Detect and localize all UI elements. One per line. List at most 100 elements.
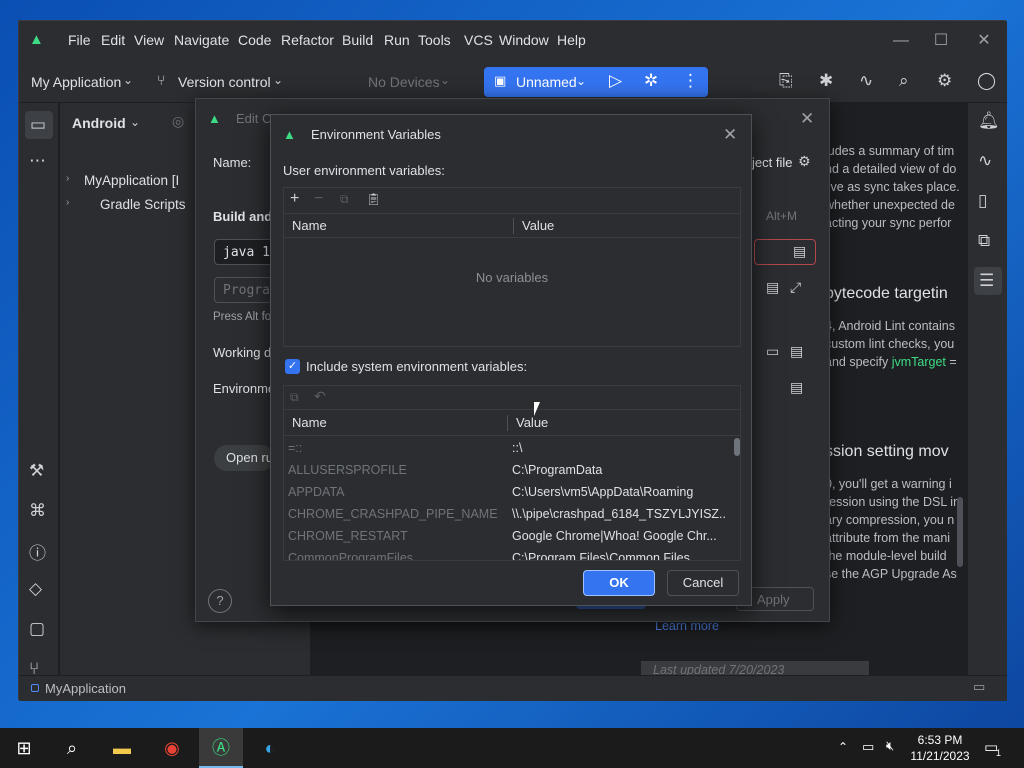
undo-icon[interactable]: ↶ [314,388,326,405]
target-icon[interactable]: ◎ [172,113,184,130]
layout-icon[interactable]: ▭ [973,679,985,695]
gear-icon[interactable]: ⚙ [798,153,811,170]
column-header-value[interactable]: Value [514,214,554,238]
column-header-value[interactable]: Value [508,411,548,435]
volume-muted-icon[interactable]: 🔇︎ [886,738,894,754]
menu-edit[interactable]: Edit [101,32,125,48]
copy-icon[interactable]: ⧉ [290,390,299,405]
gem-icon[interactable]: ◇ [29,579,42,599]
expand-icon[interactable]: ⤢ [790,279,801,296]
terminal-icon[interactable]: ▢ [29,619,45,639]
more-tools-icon[interactable]: ⋯ [29,151,46,171]
menu-navigate[interactable]: Navigate [174,32,229,48]
logcat-icon[interactable]: ⌘ [29,501,46,521]
maximize-icon[interactable]: ☐ [931,31,951,51]
table-row[interactable]: =::::\ [284,437,724,459]
device-mirror-icon[interactable]: ⧉ [978,231,990,251]
doc-scrollbar[interactable] [957,497,963,567]
help-icon[interactable]: ? [208,589,232,613]
gradle-icon[interactable]: ∿ [978,151,992,171]
paste-icon[interactable]: 📋︎ [366,192,381,206]
network-icon[interactable]: ▭ [862,739,874,755]
problems-icon[interactable]: ⓘ [29,539,46,564]
status-project-name[interactable]: MyApplication [45,681,126,696]
device-selector[interactable]: No Devices [368,74,440,90]
doc-heading: bytecode targetin [825,285,948,302]
menu-build[interactable]: Build [342,32,373,48]
remove-icon[interactable]: − [314,190,323,208]
tree-item-gradle-scripts[interactable]: Gradle Scripts [100,197,186,212]
program-args-field[interactable]: Progra [214,277,274,303]
whats-new-tool-button[interactable]: ☰ [974,267,1002,295]
project-view-selector[interactable]: Android [72,115,126,131]
clock-time[interactable]: 6:53 PM [910,733,970,747]
chevron-up-icon[interactable]: ⌃ [838,740,848,754]
copy-icon[interactable]: ⧉ [340,192,349,207]
build-hammer-icon[interactable]: ⚒ [29,461,44,481]
menu-vcs[interactable]: VCS [464,32,493,48]
include-system-checkbox[interactable]: ✓ [285,359,300,374]
version-control-selector[interactable]: Version control [178,74,271,90]
add-icon[interactable]: + [290,190,299,208]
chevron-down-icon: ⌄ [440,73,451,87]
close-window-icon[interactable]: ✕ [974,31,994,51]
list-icon[interactable]: ▤ [790,343,803,360]
close-icon[interactable]: ✕ [723,125,737,145]
more-icon[interactable]: ⋮ [682,71,699,91]
ok-button[interactable]: OK [583,570,655,596]
folder-icon: ▭ [30,115,47,134]
doc-line: ression using the DSL in [825,495,961,509]
project-selector[interactable]: My Application [31,74,121,90]
java-version-field[interactable]: java 1 [214,239,274,265]
file-explorer-icon[interactable]: ▬ [102,732,142,764]
chrome-icon[interactable]: ◉ [152,732,192,764]
column-header-name[interactable]: Name [284,411,327,435]
table-row[interactable]: ALLUSERSPROFILE C:\ProgramData [284,459,724,481]
device-explorer-icon[interactable]: ▯ [978,191,987,211]
search-icon[interactable]: ⌕ [899,71,909,91]
close-icon[interactable]: ✕ [800,109,814,129]
menu-code[interactable]: Code [238,32,271,48]
windows-start-icon[interactable]: ⊞ [4,732,44,764]
cancel-button[interactable]: Cancel [667,570,739,596]
folder-icon[interactable]: ▭ [766,343,779,360]
run-config-selector[interactable]: Unnamed [516,74,577,90]
chevron-right-icon[interactable]: › [66,197,69,208]
chevron-right-icon[interactable]: › [66,173,69,184]
project-tool-button[interactable]: ▭ [25,111,53,139]
name-error-field[interactable]: ▤ [754,239,816,265]
menu-help[interactable]: Help [557,32,586,48]
bug-icon[interactable]: ✱ [819,71,833,91]
table-row[interactable]: CHROME_RESTART Google Chrome|Whoa! Google… [284,525,724,547]
list-icon[interactable]: ▤ [790,379,803,396]
tree-item-myapplication[interactable]: MyApplication [I [84,173,179,188]
menu-file[interactable]: File [68,32,91,48]
doc-link-jvmtarget[interactable]: jvmTarget [892,355,946,369]
table-row[interactable]: APPDATA C:\Users\vm5\AppData\Roaming [284,481,724,503]
table-scrollbar[interactable] [734,438,740,456]
search-icon[interactable]: ⌕ [52,732,92,764]
system-table-toolbar: ⧉ ↶ [284,386,740,410]
menu-window[interactable]: Window [499,32,549,48]
android-studio-taskbar-button[interactable]: Ⓐ [199,728,243,768]
menu-run[interactable]: Run [384,32,410,48]
gradle-icon[interactable]: ∿ [859,71,873,91]
mouse-cursor [534,402,540,416]
account-icon[interactable]: ◯ [977,71,996,91]
clock-date[interactable]: 11/21/2023 [906,749,974,763]
table-row[interactable]: CHROME_CRASHPAD_PIPE_NAME \\.\pipe\crashp… [284,503,727,525]
menu-view[interactable]: View [134,32,164,48]
table-row[interactable]: CommonProgramFiles C:\Program Files\Commo… [284,547,724,560]
edge-icon[interactable]: ◐ [250,732,290,764]
notifications-icon[interactable]: 🔔︎ [978,111,1000,131]
menu-tools[interactable]: Tools [418,32,451,48]
run-icon[interactable]: ▷ [609,71,622,91]
gear-icon[interactable]: ⚙ [937,71,952,91]
menu-refactor[interactable]: Refactor [281,32,334,48]
list-icon[interactable]: ▤ [766,279,779,296]
open-run-window-button[interactable]: Open ru [214,445,274,471]
device-manager-icon[interactable]: ⎘ [779,71,793,91]
minimize-icon[interactable]: — [891,31,911,51]
debug-icon[interactable]: ✲ [644,71,658,91]
column-header-name[interactable]: Name [284,214,327,238]
